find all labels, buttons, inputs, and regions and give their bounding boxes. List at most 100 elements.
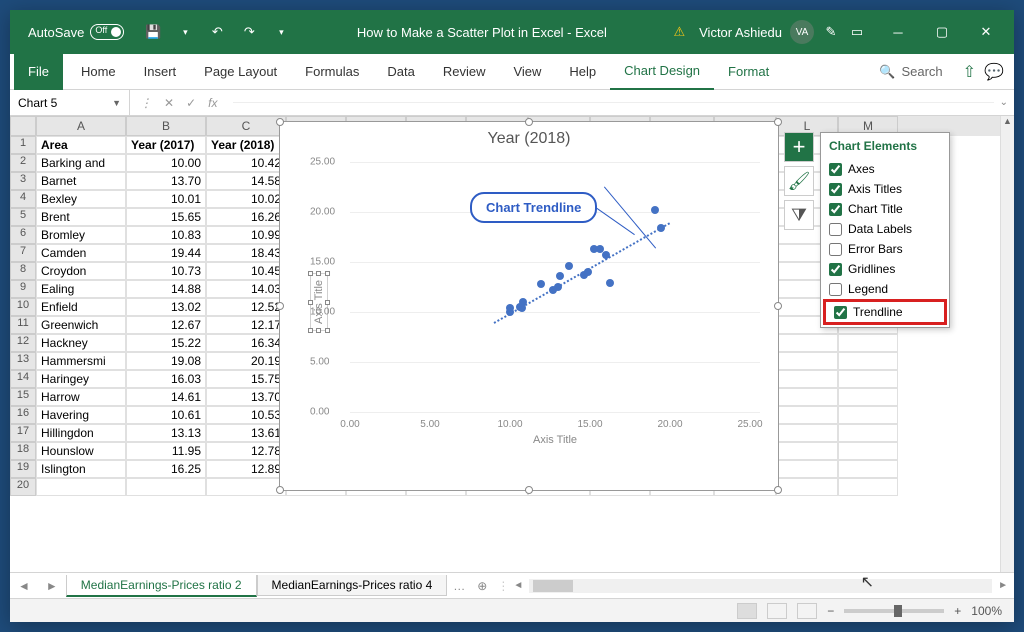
- tab-formulas[interactable]: Formulas: [291, 54, 373, 90]
- cell[interactable]: Harrow: [36, 388, 126, 406]
- chart-object[interactable]: Year (2018) Axis Title Axis Title 0.005.…: [279, 121, 779, 491]
- tab-format[interactable]: Format: [714, 54, 783, 90]
- cell[interactable]: Hillingdon: [36, 424, 126, 442]
- cell[interactable]: Hackney: [36, 334, 126, 352]
- checkbox[interactable]: [829, 203, 842, 216]
- scroll-up-icon[interactable]: ▲: [1001, 116, 1014, 130]
- formula-bar[interactable]: [233, 102, 993, 103]
- chart-element-item[interactable]: Chart Title: [821, 199, 949, 219]
- chart-element-item[interactable]: Gridlines: [821, 259, 949, 279]
- tab-data[interactable]: Data: [373, 54, 428, 90]
- chart-element-item[interactable]: Axes: [821, 159, 949, 179]
- search-box[interactable]: 🔍 Search: [869, 64, 952, 80]
- cell[interactable]: [776, 370, 838, 388]
- page-layout-view-button[interactable]: [767, 603, 787, 619]
- cell[interactable]: [776, 442, 838, 460]
- expand-formula-bar-icon[interactable]: ⌄: [994, 97, 1014, 108]
- cell[interactable]: [776, 388, 838, 406]
- row-header[interactable]: 11: [10, 316, 36, 334]
- cell[interactable]: [838, 370, 898, 388]
- tab-insert[interactable]: Insert: [130, 54, 191, 90]
- chart-elements-button[interactable]: +: [784, 132, 814, 162]
- col-header[interactable]: B: [126, 116, 206, 136]
- tab-review[interactable]: Review: [429, 54, 500, 90]
- chart-element-item[interactable]: Data Labels: [821, 219, 949, 239]
- cell[interactable]: 10.00: [126, 154, 206, 172]
- cell[interactable]: 10.45: [206, 262, 286, 280]
- cell[interactable]: 13.13: [126, 424, 206, 442]
- cell[interactable]: 13.70: [206, 388, 286, 406]
- cell[interactable]: 15.22: [126, 334, 206, 352]
- name-box[interactable]: Chart 5▼: [10, 90, 130, 115]
- cell[interactable]: [838, 442, 898, 460]
- cell[interactable]: 12.89: [206, 460, 286, 478]
- chart-title[interactable]: Year (2018): [280, 122, 778, 152]
- avatar[interactable]: VA: [790, 20, 814, 44]
- prev-sheet-icon[interactable]: ◄: [10, 579, 38, 593]
- cell[interactable]: [36, 478, 126, 496]
- cell[interactable]: 10.01: [126, 190, 206, 208]
- x-axis-title[interactable]: Axis Title: [533, 434, 577, 446]
- sheet-tab-active[interactable]: MedianEarnings-Prices ratio 2: [66, 575, 257, 597]
- data-point[interactable]: [651, 206, 659, 214]
- cell[interactable]: Bexley: [36, 190, 126, 208]
- page-break-view-button[interactable]: [797, 603, 817, 619]
- sheet-tab[interactable]: MedianEarnings-Prices ratio 4: [257, 575, 448, 596]
- cell[interactable]: 14.61: [126, 388, 206, 406]
- cell[interactable]: 13.02: [126, 298, 206, 316]
- chart-filters-button[interactable]: ⧩: [784, 200, 814, 230]
- vertical-scrollbar[interactable]: ▲: [1000, 116, 1014, 572]
- cell[interactable]: 16.25: [126, 460, 206, 478]
- cell[interactable]: 10.73: [126, 262, 206, 280]
- cell[interactable]: 13.61: [206, 424, 286, 442]
- cell[interactable]: Ealing: [36, 280, 126, 298]
- share-icon[interactable]: ⇧: [963, 62, 976, 82]
- cell[interactable]: Enfield: [36, 298, 126, 316]
- scroll-left-icon[interactable]: ◄: [513, 580, 523, 591]
- minimize-button[interactable]: ─: [878, 17, 918, 47]
- close-button[interactable]: ✕: [966, 17, 1006, 47]
- select-all-corner[interactable]: [10, 116, 36, 136]
- row-header[interactable]: 7: [10, 244, 36, 262]
- cell[interactable]: 10.99: [206, 226, 286, 244]
- row-header[interactable]: 6: [10, 226, 36, 244]
- quick-look-icon[interactable]: ✎: [822, 23, 840, 41]
- row-header[interactable]: 14: [10, 370, 36, 388]
- col-header[interactable]: A: [36, 116, 126, 136]
- redo-icon[interactable]: ↷: [240, 23, 258, 41]
- autosave-toggle[interactable]: AutoSave Off: [28, 24, 124, 40]
- cell[interactable]: [838, 406, 898, 424]
- fx-label[interactable]: fx: [208, 96, 217, 110]
- row-header[interactable]: 13: [10, 352, 36, 370]
- cell[interactable]: 18.43: [206, 244, 286, 262]
- next-sheet-icon[interactable]: ►: [38, 579, 66, 593]
- row-header[interactable]: 12: [10, 334, 36, 352]
- cell[interactable]: Croydon: [36, 262, 126, 280]
- cell[interactable]: Haringey: [36, 370, 126, 388]
- cell[interactable]: 10.61: [126, 406, 206, 424]
- y-axis-title[interactable]: Axis Title: [310, 273, 328, 331]
- cell[interactable]: 12.67: [126, 316, 206, 334]
- cell[interactable]: 10.02: [206, 190, 286, 208]
- tab-help[interactable]: Help: [555, 54, 610, 90]
- zoom-in-button[interactable]: +: [954, 604, 961, 618]
- cancel-icon[interactable]: ✕: [164, 96, 174, 110]
- cell[interactable]: [776, 478, 838, 496]
- cell[interactable]: [776, 424, 838, 442]
- cell[interactable]: 12.52: [206, 298, 286, 316]
- more-sheets-icon[interactable]: …: [447, 579, 471, 593]
- cell[interactable]: Havering: [36, 406, 126, 424]
- ribbon-display-icon[interactable]: ▭: [848, 23, 866, 41]
- data-point[interactable]: [606, 279, 614, 287]
- warning-icon[interactable]: ⚠: [673, 24, 685, 40]
- cell[interactable]: 20.19: [206, 352, 286, 370]
- comments-icon[interactable]: 💬: [984, 62, 1004, 82]
- cell[interactable]: 14.58: [206, 172, 286, 190]
- qat-dropdown-icon[interactable]: ▾: [176, 23, 194, 41]
- cell[interactable]: 14.03: [206, 280, 286, 298]
- namebox-more-icon[interactable]: ⋮: [140, 96, 152, 110]
- checkbox[interactable]: [829, 283, 842, 296]
- cell[interactable]: [776, 334, 838, 352]
- cell[interactable]: Bromley: [36, 226, 126, 244]
- checkbox[interactable]: [834, 306, 847, 319]
